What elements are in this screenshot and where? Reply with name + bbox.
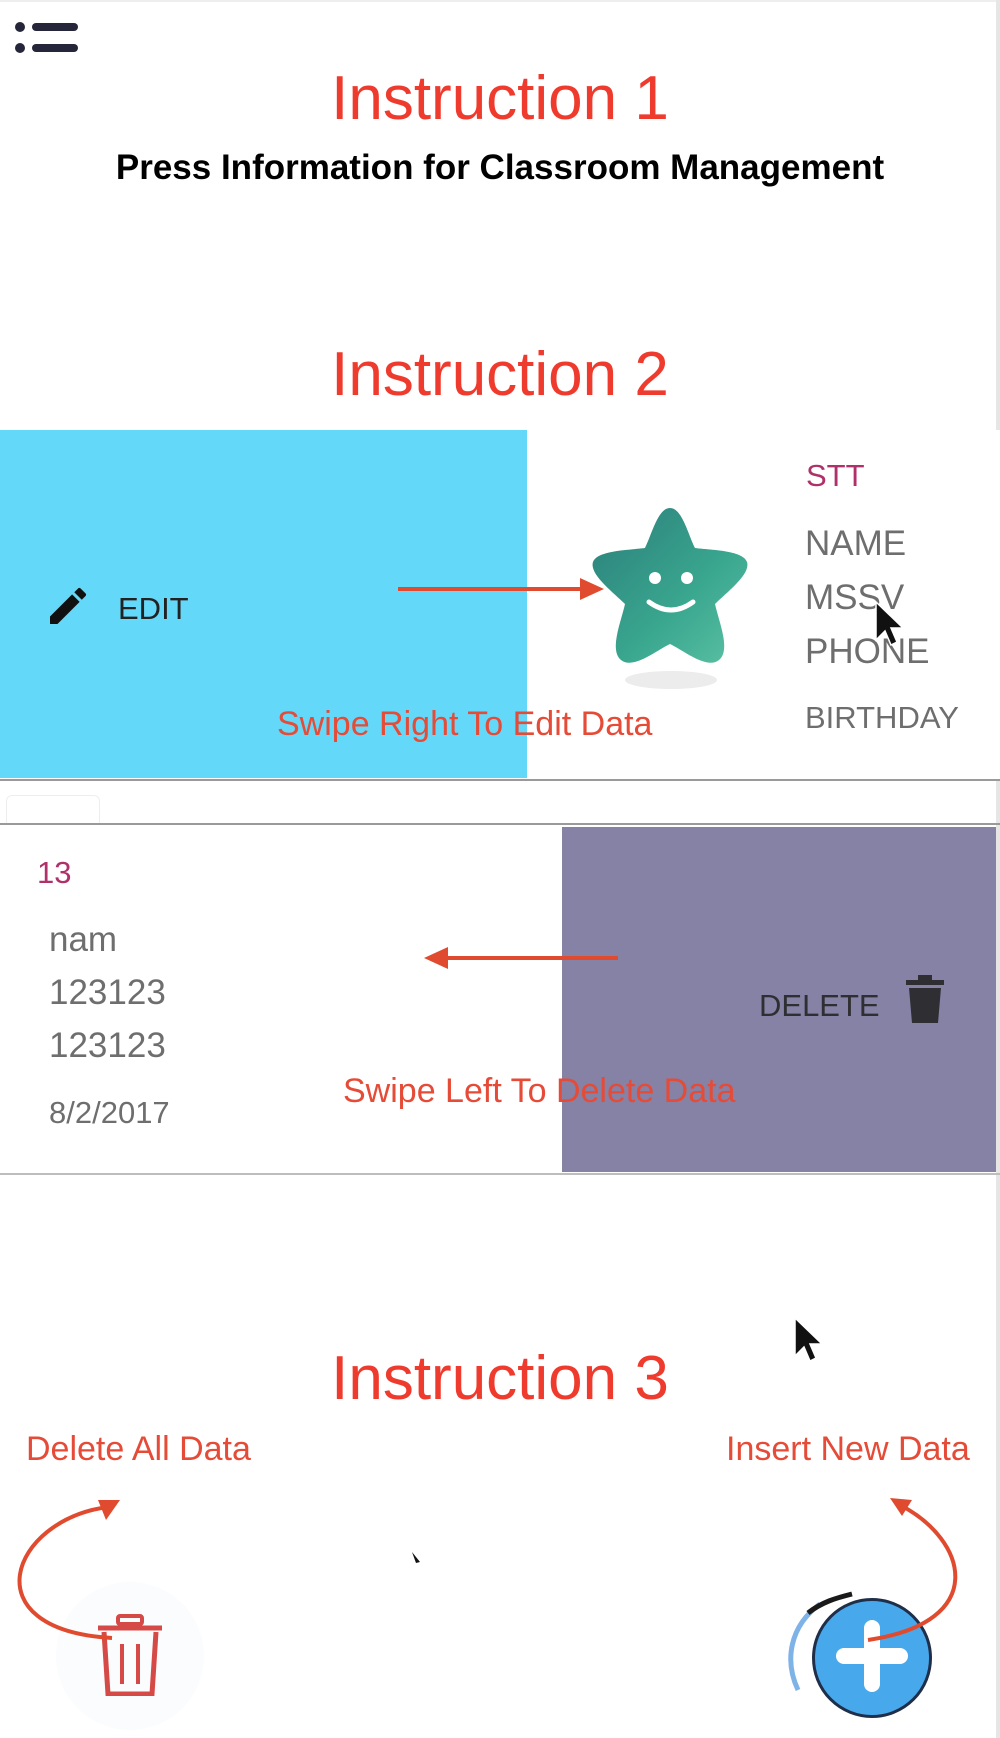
field-stt-label: STT xyxy=(806,458,865,493)
insert-new-annotation: Insert New Data xyxy=(726,1430,970,1468)
top-border xyxy=(0,0,1000,2)
card-divider xyxy=(0,779,1000,781)
trash-icon xyxy=(98,1614,162,1696)
pencil-icon xyxy=(50,587,87,624)
field-mssv-label: MSSV xyxy=(805,578,905,617)
card-divider xyxy=(0,823,1000,825)
field-birthday-label: BIRTHDAY xyxy=(805,700,959,735)
swipe-left-annotation: Swipe Left To Delete Data xyxy=(343,1072,736,1110)
menu-list-icon[interactable] xyxy=(14,20,80,56)
delete-label: DELETE xyxy=(759,988,880,1023)
card-gap xyxy=(6,795,100,824)
instruction-3-title: Instruction 3 xyxy=(331,1344,669,1413)
field-name-label: NAME xyxy=(805,524,907,563)
smiling-star-icon xyxy=(592,508,748,689)
trash-icon xyxy=(906,975,944,1023)
instruction-1-subtitle: Press Information for Classroom Manageme… xyxy=(115,148,885,187)
card-divider xyxy=(0,1173,1000,1175)
instruction-1-title: Instruction 1 xyxy=(331,64,669,133)
record-birthday: 8/2/2017 xyxy=(49,1095,170,1130)
swipe-right-annotation: Swipe Right To Edit Data xyxy=(277,705,653,743)
delete-all-annotation: Delete All Data xyxy=(26,1430,251,1468)
record-mssv: 123123 xyxy=(49,973,166,1012)
right-border xyxy=(996,0,1000,1738)
record-phone: 123123 xyxy=(49,1026,166,1065)
field-phone-label: PHONE xyxy=(805,632,930,671)
edit-label: EDIT xyxy=(118,591,189,626)
plus-icon xyxy=(836,1620,908,1692)
record-stt: 13 xyxy=(37,855,72,890)
record-name: nam xyxy=(49,920,118,959)
instruction-2-title: Instruction 2 xyxy=(331,340,669,409)
